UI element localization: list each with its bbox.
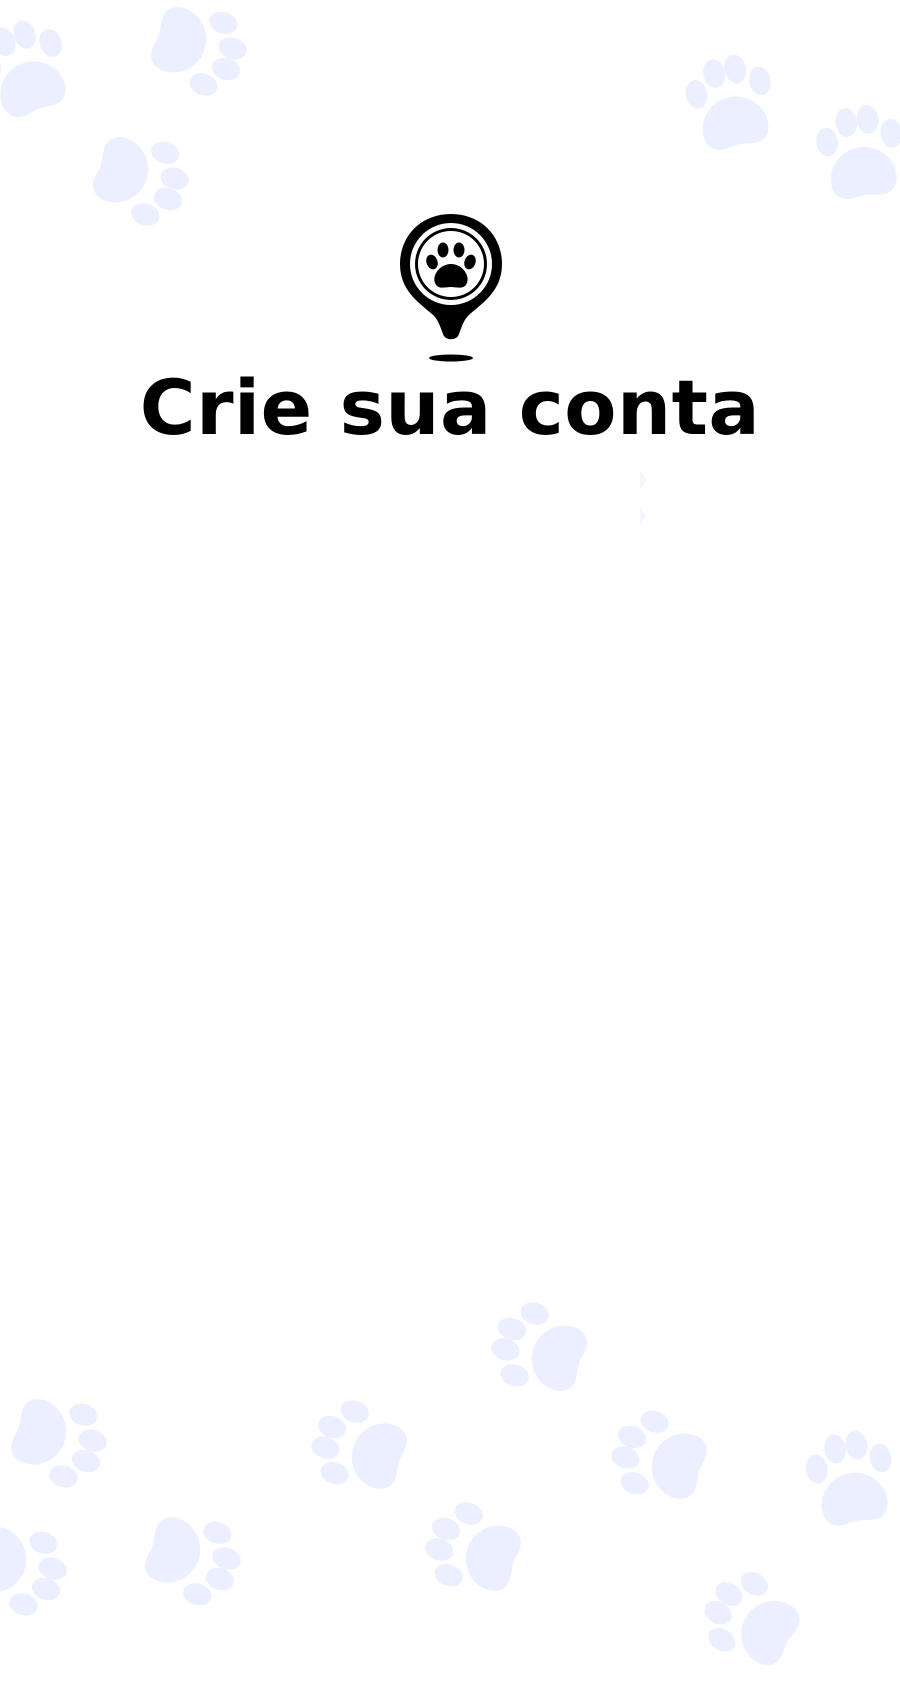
paw-print-icon xyxy=(118,1482,269,1633)
paw-print-icon xyxy=(66,102,217,253)
paw-print-icon xyxy=(0,0,101,145)
page-title: Crie sua conta xyxy=(139,363,761,452)
paw-print-icon xyxy=(396,1474,547,1625)
paw-print-icon xyxy=(780,1408,900,1547)
faint-divider-mark xyxy=(640,470,650,530)
paw-location-pin-icon xyxy=(396,210,506,366)
paw-print-icon xyxy=(792,84,900,220)
paw-print-icon xyxy=(582,1382,733,1533)
paw-print-icon xyxy=(659,31,801,173)
paw-print-icon xyxy=(282,1372,433,1523)
paw-print-icon xyxy=(668,1538,832,1702)
paw-print-icon xyxy=(124,0,275,124)
paw-print-icon xyxy=(0,1364,136,1515)
paw-print-icon xyxy=(0,1492,96,1643)
paw-print-icon xyxy=(462,1274,613,1425)
